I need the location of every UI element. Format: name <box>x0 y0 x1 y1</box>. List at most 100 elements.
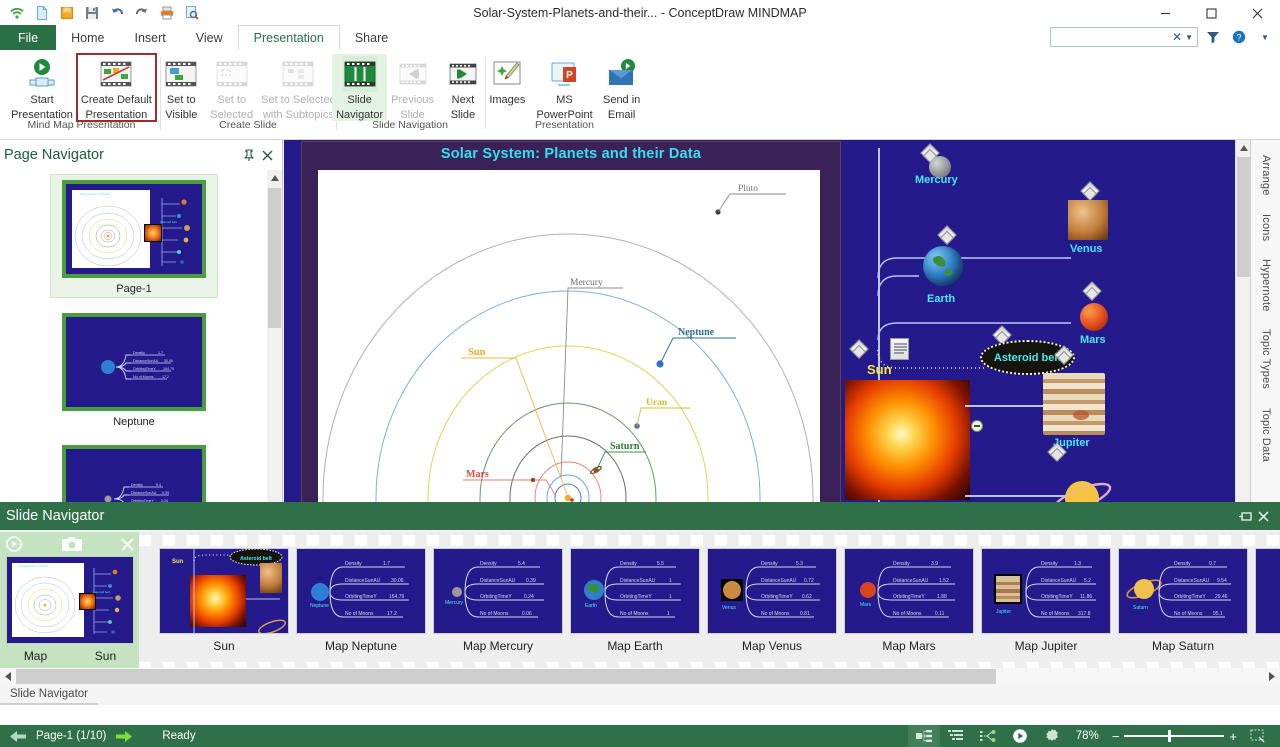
svg-text:1: 1 <box>669 594 672 600</box>
hypernote-icon[interactable] <box>1082 281 1102 301</box>
document-canvas[interactable]: Solar System: Planets and their Data Plu… <box>284 140 1250 502</box>
new-document-icon[interactable] <box>31 2 53 24</box>
wifi-share-icon[interactable] <box>6 2 28 24</box>
zoom-slider[interactable] <box>1124 730 1225 742</box>
scroll-left-icon[interactable] <box>0 668 16 685</box>
slide-page[interactable]: Solar System: Planets and their Data Plu… <box>301 141 841 502</box>
next-slide-button[interactable]: Next Slide <box>438 54 488 121</box>
slide-navigator-close-icon[interactable] <box>1254 507 1272 525</box>
camera-capture-icon[interactable] <box>61 536 83 552</box>
filmstrip-slide[interactable]: Saturn Density 0.7 DistanceSunAU 9.54 Orbi… <box>1118 548 1248 660</box>
tab-share[interactable]: Share <box>340 25 403 50</box>
hypernote-icon[interactable] <box>1080 181 1100 201</box>
undo-icon[interactable] <box>106 2 128 24</box>
page-thumbnail-item[interactable]: Mercury Density5.4DistanceSunAU0.39Orbit… <box>50 440 218 502</box>
play-slide-icon[interactable] <box>6 536 22 552</box>
mindmap-node-mercury[interactable]: Mercury <box>915 174 958 186</box>
remove-slide-icon[interactable] <box>121 537 134 551</box>
page-thumbnail-item[interactable]: Solar System: Planets Asteroid belt Page… <box>50 174 218 298</box>
filmstrip-slide[interactable]: Sun Asteroid belt Sun <box>159 548 289 660</box>
filmstrip-slide[interactable]: Mercury Density 5.4 DistanceSunAU 0.39 Orb… <box>433 548 563 660</box>
slide-navigator-horizontal-scrollbar[interactable] <box>0 668 1280 685</box>
tab-view[interactable]: View <box>181 25 238 50</box>
help-icon[interactable]: ? <box>1228 27 1250 47</box>
zoom-out-button[interactable]: − <box>1107 729 1125 744</box>
search-dropdown-icon[interactable]: ▼ <box>1185 33 1195 42</box>
pin-icon[interactable] <box>240 146 258 164</box>
planet-jupiter-image[interactable] <box>1043 373 1105 435</box>
save-icon[interactable] <box>81 2 103 24</box>
filter-icon[interactable] <box>1202 27 1224 47</box>
open-folder-icon[interactable] <box>56 2 78 24</box>
scroll-up-icon[interactable] <box>267 170 282 186</box>
planet-earth-image[interactable] <box>923 246 963 286</box>
print-icon[interactable] <box>156 2 178 24</box>
previous-page-icon[interactable] <box>10 730 26 742</box>
footer-tab-slide-navigator[interactable]: Slide Navigator <box>0 685 98 705</box>
mindmap-node-venus[interactable]: Venus <box>1070 243 1102 255</box>
fit-to-page-icon[interactable] <box>1242 725 1274 747</box>
filmstrip-slide[interactable]: Neptune Density 1.7 DistanceSunAU 30.06 Or… <box>296 548 426 660</box>
set-to-visible-button[interactable]: Set to Visible <box>156 54 206 121</box>
tree-view-icon[interactable] <box>972 725 1004 747</box>
planet-mars-image[interactable] <box>1080 303 1108 331</box>
planet-saturn-image[interactable] <box>1050 470 1122 502</box>
svg-text:0.72: 0.72 <box>804 578 814 584</box>
side-tab-hypernote[interactable]: Hypernote <box>1259 250 1272 321</box>
slideshow-view-icon[interactable] <box>1004 725 1036 747</box>
minimize-button[interactable] <box>1142 0 1188 26</box>
scroll-right-icon[interactable] <box>1264 668 1280 685</box>
create-default-presentation-button[interactable]: Create Default Presentation <box>75 53 157 122</box>
slide-navigator-button[interactable]: Slide Navigator <box>332 54 388 121</box>
mindmap-view-icon[interactable] <box>907 725 940 747</box>
page-navigator-close-icon[interactable] <box>258 146 276 164</box>
help-dropdown-icon[interactable]: ▼ <box>1254 27 1276 47</box>
filmstrip-slide[interactable]: Venus Density 5.3 DistanceSunAU 0.72 Orbit… <box>707 548 837 660</box>
scroll-thumb[interactable] <box>16 669 996 684</box>
filmstrip-slide[interactable]: Jupiter Density 1.3 DistanceSunAU 5.2 Orbi… <box>981 548 1111 660</box>
collapse-toggle[interactable] <box>971 420 983 432</box>
canvas-vertical-scrollbar[interactable] <box>1235 140 1250 502</box>
dock-icon[interactable] <box>1236 507 1254 525</box>
mindmap-node-mars[interactable]: Mars <box>1080 334 1106 346</box>
slide-filmstrip[interactable]: Sun Asteroid belt Sun Neptune Density 1.… <box>139 532 1280 676</box>
zoom-slider-handle[interactable] <box>1168 730 1172 742</box>
search-input[interactable] <box>1055 31 1170 43</box>
redo-icon[interactable] <box>131 2 153 24</box>
brainstorm-view-icon[interactable] <box>1036 725 1068 747</box>
slide-navigator-first-slide[interactable]: Solar System: Planets Asteroid belt Map … <box>0 532 140 676</box>
start-presentation-button[interactable]: Start Presentation <box>7 54 77 121</box>
mindmap-region[interactable]: Mercury Venus Earth Mars Sun Asteroid be… <box>845 140 1250 502</box>
outline-view-icon[interactable] <box>940 725 972 747</box>
send-in-email-button[interactable]: Send in Email <box>597 54 647 121</box>
page-navigator-scroll-thumb[interactable] <box>268 188 281 328</box>
sun-image[interactable] <box>845 380 970 500</box>
zoom-in-button[interactable]: + <box>1224 729 1242 744</box>
page-navigator-scrollbar[interactable] <box>267 170 282 502</box>
next-page-icon[interactable] <box>116 730 133 742</box>
filmstrip-slide[interactable]: Mars Density 3.9 DistanceSunAU 1.52 Orbiti… <box>844 548 974 660</box>
close-button[interactable] <box>1234 0 1280 26</box>
tab-insert[interactable]: Insert <box>120 25 181 50</box>
search-box[interactable]: ✕ ▼ <box>1050 27 1198 47</box>
filmstrip-slide[interactable]: Earth Density 5.5 DistanceSunAU 1 Orbiting… <box>570 548 700 660</box>
ms-powerpoint-button[interactable]: P MS PowerPoint <box>532 54 596 121</box>
print-preview-icon[interactable] <box>181 2 203 24</box>
side-tab-icons[interactable]: Icons <box>1259 205 1272 250</box>
tab-home[interactable]: Home <box>56 25 119 50</box>
tab-presentation[interactable]: Presentation <box>237 25 340 50</box>
side-tab-topic-data[interactable]: Topic Data <box>1259 399 1272 471</box>
scroll-track[interactable] <box>16 669 1264 684</box>
page-thumbnail-item[interactable]: Density 1.7 DistanceSunAU 30.06 OrbitingTime… <box>50 308 218 430</box>
hypernote-icon[interactable] <box>849 339 869 359</box>
clear-search-icon[interactable]: ✕ <box>1169 30 1185 44</box>
images-button[interactable]: Images <box>482 54 532 109</box>
canvas-scroll-thumb[interactable] <box>1237 157 1250 277</box>
side-tab-arrange[interactable]: Arrange <box>1259 146 1272 205</box>
planet-venus-image[interactable] <box>1068 200 1108 240</box>
tab-file[interactable]: File <box>0 25 57 50</box>
side-tab-topic-types[interactable]: Topic Types <box>1259 320 1272 398</box>
canvas-scroll-up-icon[interactable] <box>1236 140 1251 156</box>
maximize-button[interactable] <box>1188 0 1234 26</box>
filmstrip-slide[interactable] <box>1255 548 1280 660</box>
